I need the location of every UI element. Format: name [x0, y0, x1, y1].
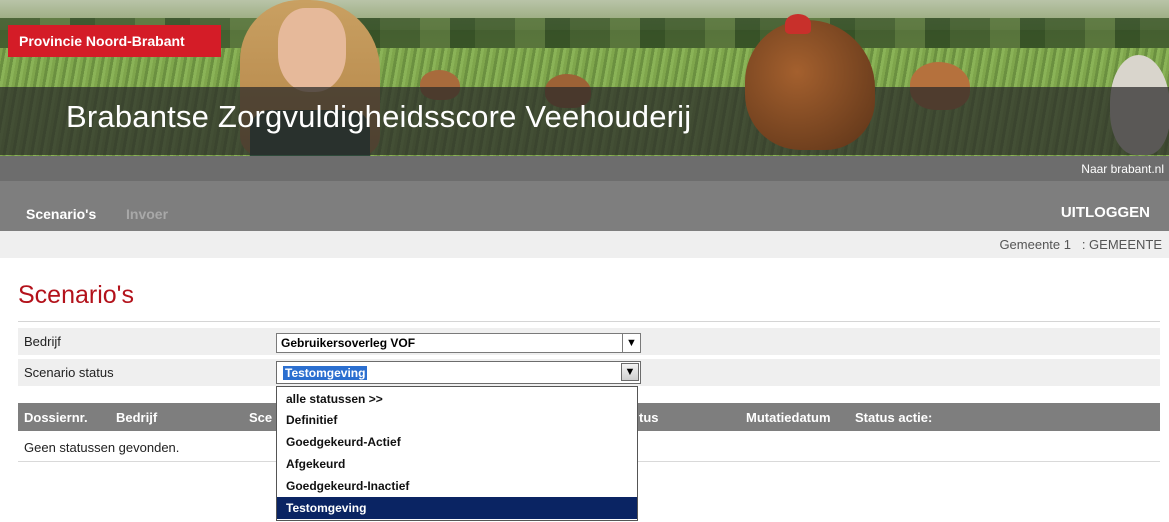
status-option[interactable]: Goedgekeurd-Inactief — [277, 475, 637, 497]
column-header-mutatiedatum[interactable]: Mutatiedatum — [746, 410, 831, 425]
status-dropdown-list[interactable]: alle statussen >> Definitief Goedgekeurd… — [276, 386, 638, 521]
divider — [18, 321, 1160, 322]
user-info: Gemeente 1 : GEMEENTE — [999, 237, 1162, 252]
site-title: Brabantse Zorgvuldigheidsscore Veehouder… — [66, 99, 692, 134]
status-option[interactable]: Goedgekeurd-Actief — [277, 431, 637, 453]
column-header-dossiernr[interactable]: Dossiernr. — [24, 410, 88, 425]
empty-message: Geen statussen gevonden. — [24, 440, 180, 455]
user-info-bar: Gemeente 1 : GEMEENTE — [0, 231, 1169, 258]
column-header-bedrijf[interactable]: Bedrijf — [116, 410, 157, 425]
bedrijf-select[interactable]: Gebruikersoverleg VOF ▼ — [276, 333, 641, 353]
status-option[interactable]: Definitief — [277, 409, 637, 431]
column-header-scenario[interactable]: Sce — [249, 410, 272, 425]
status-label: Scenario status — [24, 365, 114, 380]
external-link-bar: Naar brabant.nl — [0, 156, 1169, 181]
nav-scenarios[interactable]: Scenario's — [26, 206, 96, 222]
status-select[interactable]: Testomgeving ▼ — [276, 361, 641, 384]
filter-row-bedrijf: Bedrijf Gebruikersoverleg VOF ▼ — [18, 328, 1160, 355]
status-option-selected[interactable]: Testomgeving — [277, 497, 637, 519]
nav-invoer[interactable]: Invoer — [126, 206, 168, 222]
filter-row-status: Scenario status Testomgeving ▼ — [18, 359, 1160, 386]
status-option[interactable]: alle statussen >> — [277, 388, 637, 410]
status-option[interactable]: Afgekeurd — [277, 453, 637, 475]
status-select-value: Testomgeving — [283, 366, 368, 380]
bedrijf-label: Bedrijf — [24, 334, 61, 349]
brand-logo[interactable]: Provincie Noord-Brabant — [8, 25, 221, 57]
banner-chicken — [745, 14, 875, 150]
logout-button[interactable]: UITLOGGEN — [1061, 204, 1150, 221]
header-banner: Provincie Noord-Brabant Brabantse Zorgvu… — [0, 0, 1169, 156]
main-nav: Scenario's Invoer UITLOGGEN — [0, 181, 1169, 231]
bedrijf-select-value: Gebruikersoverleg VOF — [281, 336, 416, 350]
column-header-status-actie[interactable]: Status actie: — [855, 410, 932, 425]
chevron-down-icon[interactable]: ▼ — [622, 334, 640, 352]
page-title: Scenario's — [18, 281, 134, 309]
chevron-down-icon[interactable]: ▼ — [621, 363, 639, 381]
brabant-link[interactable]: Naar brabant.nl — [1081, 162, 1164, 176]
column-header-status[interactable]: tus — [639, 410, 659, 425]
